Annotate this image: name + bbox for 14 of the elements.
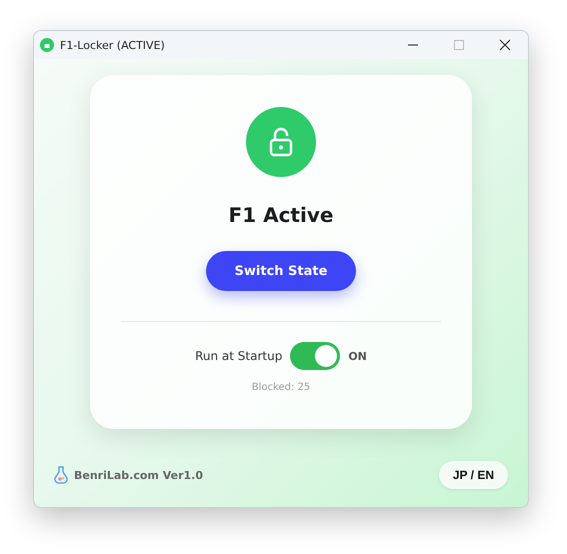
flask-icon: [54, 466, 68, 484]
blocked-count: Blocked: 25: [252, 382, 310, 393]
unlocked-lock-icon: [267, 127, 295, 157]
startup-label: Run at Startup: [195, 349, 282, 363]
switch-state-button[interactable]: Switch State: [206, 251, 356, 291]
maximize-icon: [453, 39, 465, 51]
language-button[interactable]: JP / EN: [438, 461, 508, 489]
toggle-state-text: ON: [348, 350, 367, 362]
brand-text: BenriLab.com Ver1.0: [74, 468, 204, 482]
status-title: F1 Active: [228, 203, 334, 227]
close-icon: [499, 39, 511, 51]
lock-icon: [40, 38, 54, 52]
window-title: F1-Locker (ACTIVE): [60, 38, 166, 52]
startup-toggle[interactable]: [290, 342, 340, 370]
